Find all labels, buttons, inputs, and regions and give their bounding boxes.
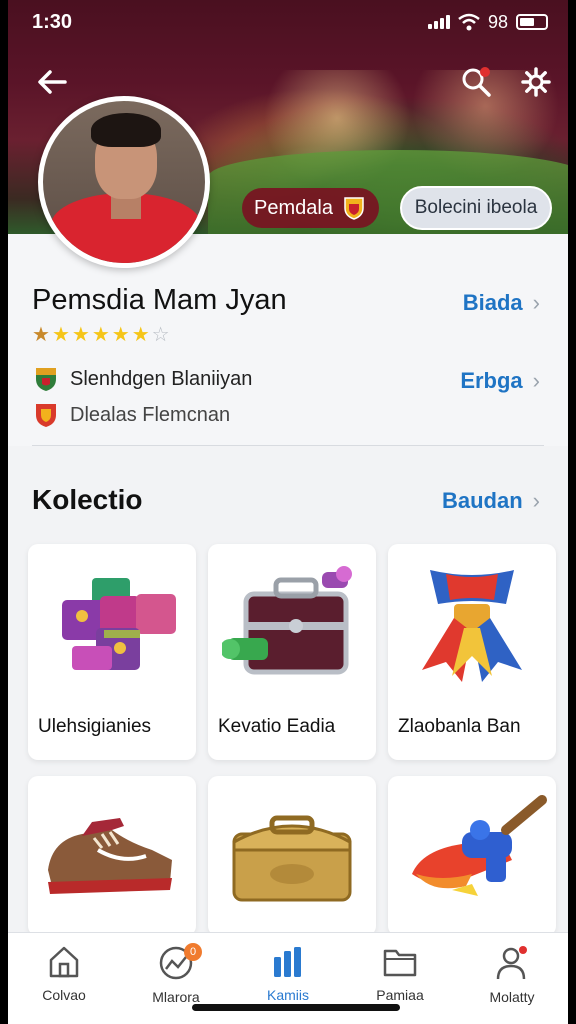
search-icon	[462, 67, 491, 97]
divider	[32, 445, 544, 446]
home-icon	[49, 946, 79, 978]
chevron-right-icon: ›	[532, 488, 540, 513]
search-button[interactable]	[458, 64, 494, 100]
back-button[interactable]	[34, 64, 70, 100]
player-tag-label: Pemdala	[254, 196, 333, 219]
folder-icon	[383, 949, 417, 977]
battery-level: 98	[487, 11, 508, 32]
battery-icon	[516, 14, 548, 30]
collection-card-label: Zlaobanla Ban	[398, 716, 521, 737]
avatar[interactable]	[38, 96, 210, 268]
app-screen: 1:30 98 Pemdala Bolecini ibeola Pemsdia …	[0, 0, 576, 1024]
star-icon: ★	[51, 324, 70, 346]
collection-card[interactable]: Kevatio Eadia	[208, 544, 376, 760]
star-icon: ★	[32, 324, 50, 346]
tab-label: Colvao	[42, 987, 86, 1003]
collection-card-label: Kevatio Eadia	[218, 716, 336, 737]
team-row-primary[interactable]: Slenhdgen Blaniiyan	[34, 366, 252, 392]
link-secondary[interactable]: Erbga ›	[460, 368, 540, 394]
tab-label: Mlarora	[152, 989, 200, 1005]
club-crest-icon	[344, 197, 364, 220]
collection-card[interactable]	[28, 776, 196, 936]
settings-button[interactable]	[518, 64, 554, 100]
star-icon: ★	[111, 324, 130, 346]
water-blaster-icon	[412, 795, 547, 896]
team-name: Slenhdgen Blaniiyan	[70, 367, 253, 390]
tab-label: Kamiis	[266, 987, 309, 1003]
medal-ribbon-icon	[422, 570, 522, 682]
tab-label: Pamiaa	[376, 987, 424, 1003]
sneakers-icon	[48, 818, 172, 894]
collection-card[interactable]: Ulehsigianies	[28, 544, 196, 760]
tab-stats[interactable]: Kamiis	[238, 945, 338, 1024]
tab-explore[interactable]: 0 Mlarora	[126, 943, 226, 1024]
profile-section: Pemsdia Mam Jyan ★ ★ ★ ★ ★ ★ ☆ Biada › S…	[8, 234, 568, 446]
notification-badge: 0	[184, 943, 202, 961]
see-all-link[interactable]: Baudan ›	[442, 488, 540, 514]
gear-icon	[521, 67, 551, 97]
treasure-boxes-icon	[62, 578, 176, 670]
star-icon: ★	[131, 324, 150, 346]
tab-profile[interactable]: Molatty	[462, 945, 562, 1024]
link-primary[interactable]: Biada ›	[463, 290, 540, 316]
player-tag-pill[interactable]: Pemdala	[242, 188, 379, 228]
wifi-icon	[458, 13, 480, 31]
rating-stars: ★ ★ ★ ★ ★ ★ ☆	[32, 322, 170, 347]
star-icon: ★	[91, 324, 110, 346]
chevron-right-icon: ›	[532, 290, 540, 315]
team-row-secondary[interactable]: Dlealas Flemcnan	[34, 402, 230, 428]
back-arrow-icon	[38, 70, 67, 94]
tab-folder[interactable]: Pamiaa	[350, 945, 450, 1024]
status-bar: 1:30 98	[8, 0, 568, 44]
collection-card[interactable]	[208, 776, 376, 936]
profile-icon	[496, 946, 527, 980]
tab-home[interactable]: Colvao	[14, 945, 114, 1024]
team-name: Dlealas Flemcnan	[70, 403, 231, 426]
collection-card-label: Ulehsigianies	[38, 716, 152, 737]
gold-chest-icon	[232, 815, 352, 902]
tab-label: Molatty	[489, 989, 535, 1005]
toolbox-icon	[222, 566, 352, 675]
player-name: Pemsdia Mam Jyan	[32, 284, 287, 316]
team-crest-icon	[36, 368, 56, 391]
star-outline-icon: ☆	[151, 324, 170, 346]
signal-icon	[427, 15, 450, 29]
collection-card[interactable]	[388, 776, 556, 936]
collection-title: Kolectio	[32, 484, 143, 515]
collection-button[interactable]: Bolecini ibeola	[400, 186, 552, 230]
collection-card[interactable]: Zlaobanla Ban	[388, 544, 556, 760]
home-indicator	[192, 1004, 400, 1011]
status-time: 1:30	[32, 10, 73, 33]
star-icon: ★	[71, 324, 90, 346]
chevron-right-icon: ›	[532, 368, 540, 393]
stats-icon	[274, 947, 301, 977]
team-crest-icon	[36, 404, 56, 427]
